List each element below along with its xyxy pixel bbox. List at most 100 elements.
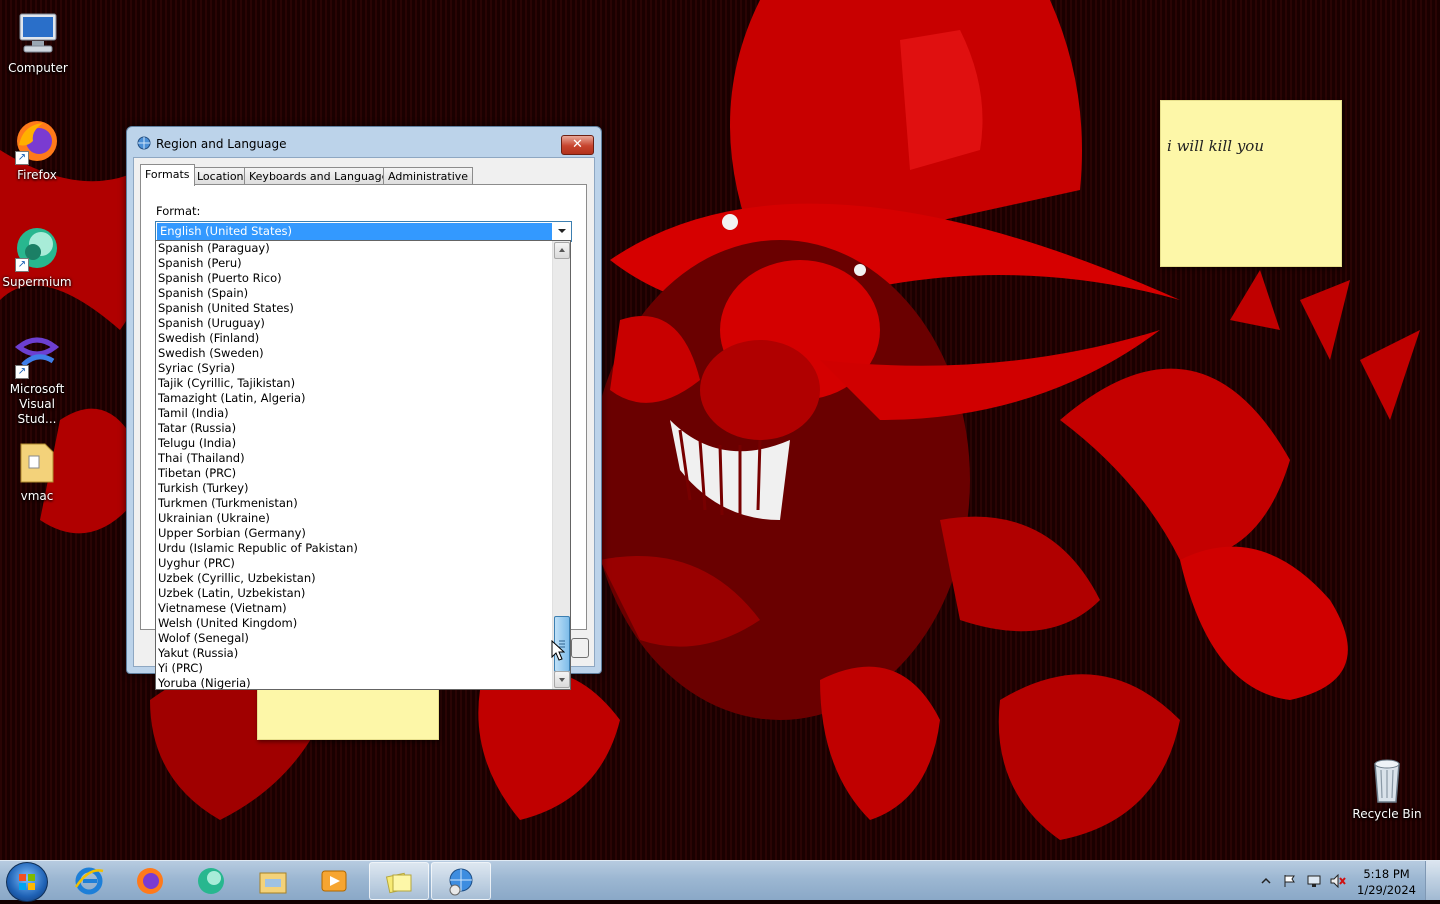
region-language-icon xyxy=(449,868,473,896)
list-item[interactable]: Spanish (United States) xyxy=(156,301,553,316)
desktop-icon-label: vmac xyxy=(20,489,54,503)
list-item[interactable]: Syriac (Syria) xyxy=(156,361,553,376)
action-center-flag-icon[interactable] xyxy=(1282,874,1298,888)
desktop-icon-supermium[interactable]: ↗ Supermium xyxy=(0,224,75,290)
sticky-note[interactable]: i will kill you xyxy=(1160,100,1342,267)
list-item[interactable]: Spanish (Peru) xyxy=(156,256,553,271)
taskbar-file-explorer[interactable] xyxy=(244,862,302,898)
list-item[interactable]: Tamil (India) xyxy=(156,406,553,421)
list-item[interactable]: Upper Sorbian (Germany) xyxy=(156,526,553,541)
clock-date: 1/29/2024 xyxy=(1357,883,1416,897)
dialog-titlebar[interactable]: Region and Language ✕ xyxy=(127,127,601,157)
chevron-down-icon[interactable] xyxy=(555,224,569,238)
desktop-icon-visual-studio[interactable]: ↗ Microsoft Visual Stud... xyxy=(0,331,75,427)
list-item[interactable]: Yoruba (Nigeria) xyxy=(156,676,553,689)
chevron-up-icon xyxy=(559,248,565,252)
format-options: Spanish (Paraguay) Spanish (Peru) Spanis… xyxy=(156,241,553,689)
computer-icon xyxy=(14,10,62,58)
list-item[interactable]: Yakut (Russia) xyxy=(156,646,553,661)
list-item[interactable]: Uyghur (PRC) xyxy=(156,556,553,571)
format-label: Format: xyxy=(156,204,201,218)
desktop-icon-recycle-bin[interactable]: Recycle Bin xyxy=(1349,756,1425,822)
list-item[interactable]: Spanish (Paraguay) xyxy=(156,241,553,256)
list-item[interactable]: Uzbek (Cyrillic, Uzbekistan) xyxy=(156,571,553,586)
windows-logo-icon xyxy=(19,874,35,890)
system-clock[interactable]: 5:18 PM 1/29/2024 xyxy=(1357,866,1416,898)
list-item[interactable]: Turkmen (Turkmenistan) xyxy=(156,496,553,511)
volume-muted-icon[interactable] xyxy=(1330,874,1346,888)
list-item[interactable]: Tamazight (Latin, Algeria) xyxy=(156,391,553,406)
folder-icon xyxy=(13,438,61,486)
list-item[interactable]: Wolof (Senegal) xyxy=(156,631,553,646)
clock-time: 5:18 PM xyxy=(1363,867,1410,881)
list-item[interactable]: Urdu (Islamic Republic of Pakistan) xyxy=(156,541,553,556)
vertical-scrollbar[interactable] xyxy=(552,241,570,689)
desktop-icon-vmac[interactable]: vmac xyxy=(0,438,75,504)
dialog-title: Region and Language xyxy=(156,137,287,151)
desktop-icon-firefox[interactable]: ↗ Firefox xyxy=(0,117,75,183)
list-item[interactable]: Ukrainian (Ukraine) xyxy=(156,511,553,526)
system-tray: 5:18 PM 1/29/2024 xyxy=(1250,861,1440,901)
list-item[interactable]: Yi (PRC) xyxy=(156,661,553,676)
list-item[interactable]: Spanish (Uruguay) xyxy=(156,316,553,331)
visual-studio-icon: ↗ xyxy=(13,331,61,379)
format-dropdown-list[interactable]: Spanish (Paraguay) Spanish (Peru) Spanis… xyxy=(155,240,571,690)
format-selected-value: English (United States) xyxy=(157,223,552,240)
tab-formats[interactable]: Formats xyxy=(140,164,195,186)
list-item[interactable]: Tajik (Cyrillic, Tajikistan) xyxy=(156,376,553,391)
list-item[interactable]: Uzbek (Latin, Uzbekistan) xyxy=(156,586,553,601)
list-item[interactable]: Thai (Thailand) xyxy=(156,451,553,466)
list-item[interactable]: Tatar (Russia) xyxy=(156,421,553,436)
internet-explorer-icon xyxy=(74,867,104,895)
firefox-icon xyxy=(137,868,163,894)
start-button[interactable] xyxy=(6,862,48,902)
list-item[interactable]: Spanish (Spain) xyxy=(156,286,553,301)
taskbar-region-language[interactable] xyxy=(431,862,491,900)
taskbar: 5:18 PM 1/29/2024 xyxy=(0,860,1440,902)
list-item[interactable]: Welsh (United Kingdom) xyxy=(156,616,553,631)
globe-clock-icon xyxy=(137,136,151,150)
shortcut-arrow-icon: ↗ xyxy=(15,151,29,165)
list-item[interactable]: Vietnamese (Vietnam) xyxy=(156,601,553,616)
network-icon[interactable] xyxy=(1306,874,1322,888)
tab-administrative[interactable]: Administrative xyxy=(383,167,474,185)
sticky-notes-icon xyxy=(385,872,412,894)
media-player-icon xyxy=(321,870,347,892)
shortcut-arrow-icon: ↗ xyxy=(15,258,29,272)
desktop-icon-label: Firefox xyxy=(17,168,57,182)
desktop-icon-label: Recycle Bin xyxy=(1352,807,1422,821)
chevron-down-icon xyxy=(559,678,565,682)
tab-keyboards-languages[interactable]: Keyboards and Languages xyxy=(244,167,400,185)
format-combobox[interactable]: English (United States) xyxy=(155,221,572,242)
list-item[interactable]: Tibetan (PRC) xyxy=(156,466,553,481)
close-button[interactable]: ✕ xyxy=(561,135,594,155)
sticky-note-text[interactable]: i will kill you xyxy=(1161,101,1341,155)
shortcut-arrow-icon: ↗ xyxy=(15,365,29,379)
desktop-icon-label: Microsoft Visual Stud... xyxy=(9,382,65,426)
list-item[interactable]: Swedish (Finland) xyxy=(156,331,553,346)
taskbar-sticky-notes[interactable] xyxy=(369,862,429,900)
list-item[interactable]: Spanish (Puerto Rico) xyxy=(156,271,553,286)
firefox-icon: ↗ xyxy=(13,117,61,165)
recycle-bin-icon xyxy=(1363,756,1411,804)
show-desktop-button[interactable] xyxy=(1425,861,1440,900)
desktop-icon-label: Supermium xyxy=(2,275,72,289)
file-explorer-icon xyxy=(259,872,287,894)
scroll-up-button[interactable] xyxy=(554,242,570,259)
supermium-icon: ↗ xyxy=(13,224,61,272)
taskbar-firefox[interactable] xyxy=(121,862,179,898)
taskbar-media-player[interactable] xyxy=(305,862,363,898)
list-item[interactable]: Telugu (India) xyxy=(156,436,553,451)
tab-location[interactable]: Location xyxy=(192,167,249,185)
taskbar-internet-explorer[interactable] xyxy=(60,862,118,898)
show-hidden-icons-chevron-icon[interactable] xyxy=(1258,874,1274,888)
list-item[interactable]: Turkish (Turkey) xyxy=(156,481,553,496)
list-item[interactable]: Swedish (Sweden) xyxy=(156,346,553,361)
mouse-cursor-icon xyxy=(551,640,565,661)
supermium-icon xyxy=(198,868,224,894)
desktop-icon-label: Computer xyxy=(8,61,68,75)
desktop-icon-computer[interactable]: Computer xyxy=(0,10,76,76)
taskbar-supermium[interactable] xyxy=(182,862,240,898)
partially-hidden-button[interactable] xyxy=(571,638,589,658)
scroll-down-button[interactable] xyxy=(554,671,570,688)
